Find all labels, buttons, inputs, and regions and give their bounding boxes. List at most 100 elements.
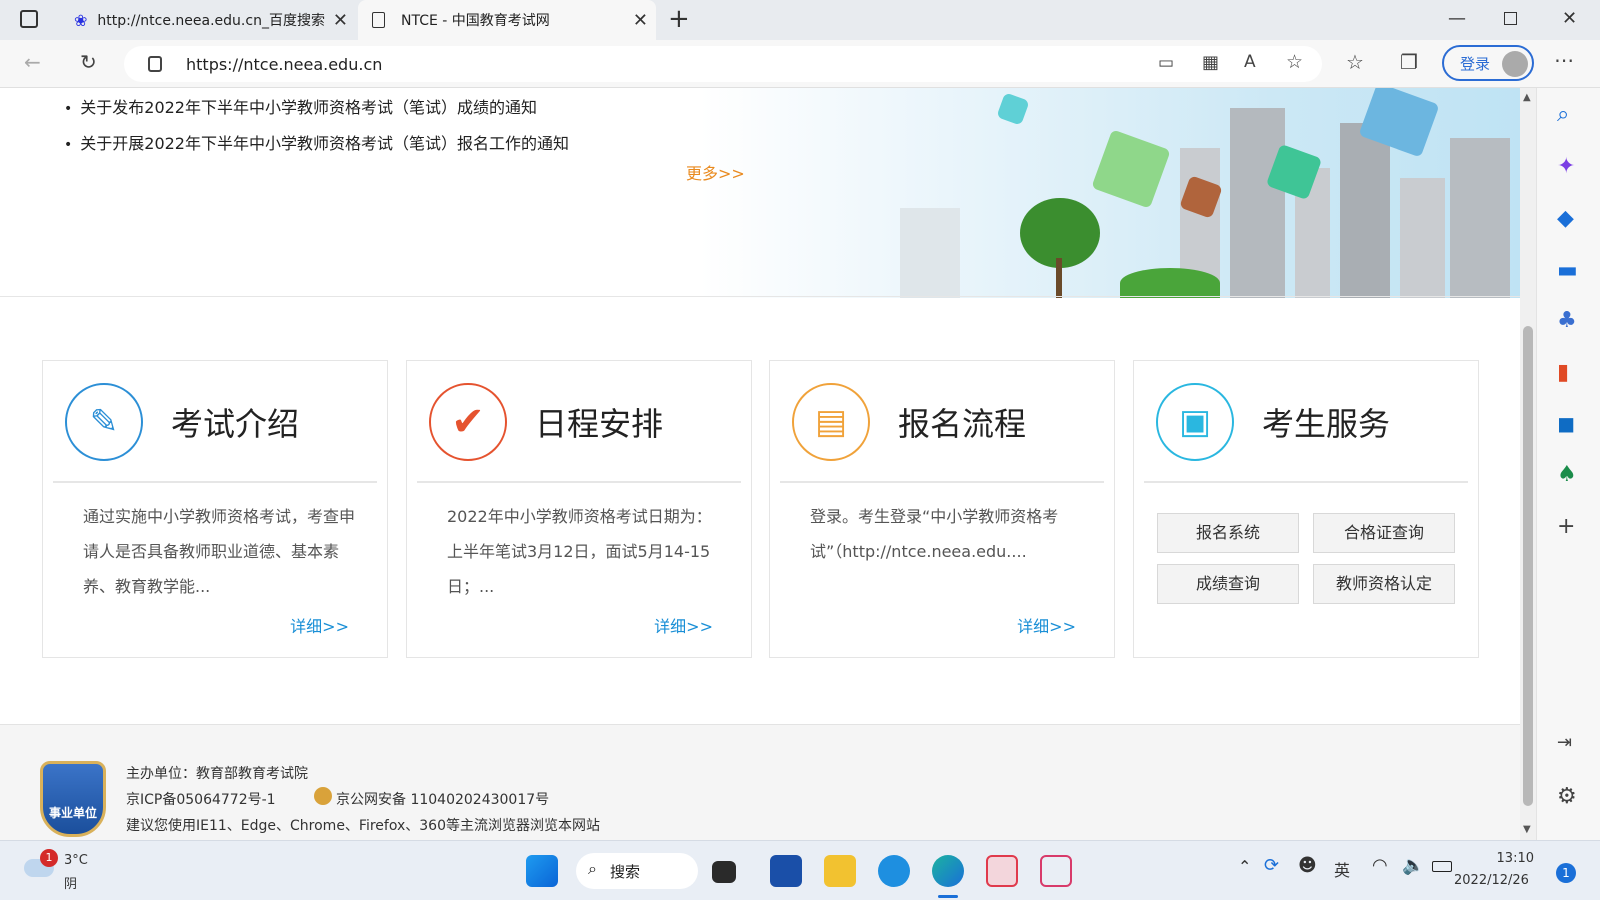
windows-taskbar: 1 3°C 阴 ⌕ 搜索 ⌃ ⟳ ☻ 英 ◠ 🔈 13:10 2022/12/2… xyxy=(0,840,1600,900)
minimize-icon[interactable]: — xyxy=(1448,8,1466,29)
taskbar-search[interactable]: ⌕ 搜索 xyxy=(576,853,698,889)
shopping-tag-icon[interactable]: ◆ xyxy=(1557,206,1574,231)
login-label: 登录 xyxy=(1460,55,1491,73)
file-explorer-icon[interactable] xyxy=(824,855,856,887)
tab-ntce[interactable]: NTCE - 中国教育考试网 ✕ xyxy=(358,0,656,40)
volume-muted-icon[interactable]: 🔈 xyxy=(1402,855,1424,876)
page-scrollbar[interactable]: ▲ ▼ xyxy=(1520,88,1536,840)
page-content: 关于发布2022年下半年中小学教师资格考试（笔试）成绩的通知 关于开展2022年… xyxy=(0,88,1520,840)
qq-penguin-icon[interactable]: ☻ xyxy=(1298,855,1317,876)
lock-icon[interactable] xyxy=(148,56,162,72)
card-title[interactable]: 日程安排 xyxy=(535,399,663,445)
qr-code-icon[interactable]: ▦ xyxy=(1202,52,1219,73)
city-banner-image xyxy=(700,88,1520,298)
active-app-indicator xyxy=(938,895,958,898)
baidu-paw-icon: ❀ xyxy=(74,10,88,30)
navigation-bar: ← ↻ https://ntce.neea.edu.cn ▭ ▦ A ☆ ☆ ❐… xyxy=(0,40,1600,88)
tab-title: http://ntce.neea.edu.cn_百度搜索 xyxy=(97,13,325,29)
collections-icon[interactable]: ❐ xyxy=(1400,50,1418,74)
search-label: 搜索 xyxy=(610,863,641,881)
search-icon[interactable]: ⌕ xyxy=(1557,102,1569,127)
card-registration-process: ▤ 报名流程 登录。考生登录“中小学教师资格考试”（http://ntce.ne… xyxy=(769,360,1115,658)
teacher-qualification-button[interactable]: 教师资格认定 xyxy=(1313,564,1455,604)
tab-title: NTCE - 中国教育考试网 xyxy=(401,13,550,29)
card-description: 2022年中小学教师资格考试日期为：上半年笔试3月12日，面试5月14-15日；… xyxy=(447,507,712,596)
add-sidebar-app-icon[interactable]: + xyxy=(1557,514,1575,539)
favorites-icon[interactable]: ☆ xyxy=(1346,50,1364,74)
app-available-icon[interactable]: ▭ xyxy=(1158,53,1174,73)
close-tab-icon[interactable]: ✕ xyxy=(633,10,648,31)
card-description: 通过实施中小学教师资格考试，考查申请人是否具备教师职业道德、基本素养、教育教学能… xyxy=(83,507,356,596)
tools-briefcase-icon[interactable]: ▬ xyxy=(1557,258,1578,283)
microsoft-store-icon[interactable] xyxy=(770,855,802,887)
section-divider xyxy=(0,296,1520,297)
settings-gear-icon[interactable]: ⚙ xyxy=(1557,784,1577,809)
divider xyxy=(780,481,1104,483)
badge-text: 事业单位 xyxy=(48,806,97,820)
edge-sidebar: ⌕ ✦ ◆ ▬ ♣ ▮ ◼ ♠ + ⇥ ⚙ xyxy=(1536,88,1600,840)
read-aloud-icon[interactable]: A xyxy=(1244,52,1256,72)
contacts-icon: ▣ xyxy=(1156,383,1234,461)
detail-link[interactable]: 详细>> xyxy=(290,613,349,637)
site-footer: 事业单位 主办单位：教育部教育考试院 京ICP备05064772号-1 京公网安… xyxy=(0,724,1520,840)
public-institution-badge[interactable]: 事业单位 xyxy=(40,761,106,837)
tree-drop-icon[interactable]: ♠ xyxy=(1557,462,1577,487)
tab-strip: ❀ http://ntce.neea.edu.cn_百度搜索 ✕ NTCE - … xyxy=(0,0,1600,40)
windows-start-icon[interactable] xyxy=(526,855,558,887)
notice-item[interactable]: 关于开展2022年下半年中小学教师资格考试（笔试）报名工作的通知 xyxy=(64,130,569,166)
divider xyxy=(1144,481,1468,483)
notification-badge[interactable]: 1 xyxy=(1556,863,1576,883)
icp-link[interactable]: 京ICP备05064772号-1 xyxy=(126,789,276,809)
wifi-icon[interactable]: ◠ xyxy=(1372,855,1388,876)
games-icon[interactable]: ♣ xyxy=(1557,308,1577,333)
add-favorite-icon[interactable]: ☆ xyxy=(1286,51,1303,73)
clock-date[interactable]: 2022/12/26 xyxy=(1454,873,1529,888)
sync-icon[interactable]: ⟳ xyxy=(1264,855,1279,876)
ie-browser-icon[interactable] xyxy=(878,855,910,887)
more-options-icon[interactable]: ⋯ xyxy=(1554,48,1574,72)
card-title[interactable]: 考生服务 xyxy=(1262,399,1390,445)
police-record-link[interactable]: 京公网安备 11040202430017号 xyxy=(336,789,549,809)
profile-login-button[interactable]: 登录 xyxy=(1442,45,1534,81)
detail-link[interactable]: 详细>> xyxy=(1017,613,1076,637)
card-exam-intro: ✎ 考试介绍 通过实施中小学教师资格考试，考查申请人是否具备教师职业道德、基本素… xyxy=(42,360,388,658)
edge-browser-icon[interactable] xyxy=(932,855,964,887)
copilot-sparkle-icon[interactable]: ✦ xyxy=(1557,154,1575,179)
scroll-down-icon[interactable]: ▼ xyxy=(1523,824,1531,835)
refresh-icon[interactable]: ↻ xyxy=(80,50,97,74)
police-emblem-icon xyxy=(314,787,332,805)
weather-temp[interactable]: 3°C xyxy=(64,853,88,868)
task-view-icon[interactable] xyxy=(712,861,736,883)
sponsor-text: 主办单位：教育部教育考试院 xyxy=(126,766,308,782)
snipping-tool-icon[interactable] xyxy=(1040,855,1072,887)
tab-baidu-search[interactable]: ❀ http://ntce.neea.edu.cn_百度搜索 ✕ xyxy=(60,0,356,40)
address-bar[interactable]: https://ntce.neea.edu.cn ▭ ▦ A ☆ xyxy=(124,46,1322,82)
registration-system-button[interactable]: 报名系统 xyxy=(1157,513,1299,553)
close-window-icon[interactable]: ✕ xyxy=(1562,8,1577,29)
hide-sidebar-icon[interactable]: ⇥ xyxy=(1557,732,1572,753)
more-notices-link[interactable]: 更多>> xyxy=(686,160,745,184)
tab-actions-icon[interactable] xyxy=(20,10,38,28)
score-query-button[interactable]: 成绩查询 xyxy=(1157,564,1299,604)
card-schedule: ✔ 日程安排 2022年中小学教师资格考试日期为：上半年笔试3月12日，面试5月… xyxy=(406,360,752,658)
show-hidden-icons-icon[interactable]: ⌃ xyxy=(1238,857,1251,876)
close-tab-icon[interactable]: ✕ xyxy=(333,10,348,31)
certificate-query-button[interactable]: 合格证查询 xyxy=(1313,513,1455,553)
ime-indicator[interactable]: 英 xyxy=(1334,857,1350,881)
clock-time[interactable]: 13:10 xyxy=(1490,851,1534,866)
scrollbar-thumb[interactable] xyxy=(1523,326,1533,806)
office-icon[interactable]: ▮ xyxy=(1557,360,1569,385)
new-tab-icon[interactable]: + xyxy=(668,4,690,34)
back-icon[interactable]: ← xyxy=(24,50,41,74)
card-title[interactable]: 报名流程 xyxy=(898,399,1026,445)
card-title[interactable]: 考试介绍 xyxy=(171,399,299,445)
restore-icon[interactable] xyxy=(1504,12,1517,25)
battery-icon[interactable] xyxy=(1432,861,1452,872)
url-text[interactable]: https://ntce.neea.edu.cn xyxy=(186,55,382,74)
baidu-app-icon[interactable] xyxy=(986,855,1018,887)
outlook-icon[interactable]: ◼ xyxy=(1557,412,1575,437)
detail-link[interactable]: 详细>> xyxy=(654,613,713,637)
scroll-up-icon[interactable]: ▲ xyxy=(1523,92,1531,103)
notice-item[interactable]: 关于发布2022年下半年中小学教师资格考试（笔试）成绩的通知 xyxy=(64,94,569,130)
card-description: 登录。考生登录“中小学教师资格考试”（http://ntce.neea.edu.… xyxy=(810,507,1059,561)
